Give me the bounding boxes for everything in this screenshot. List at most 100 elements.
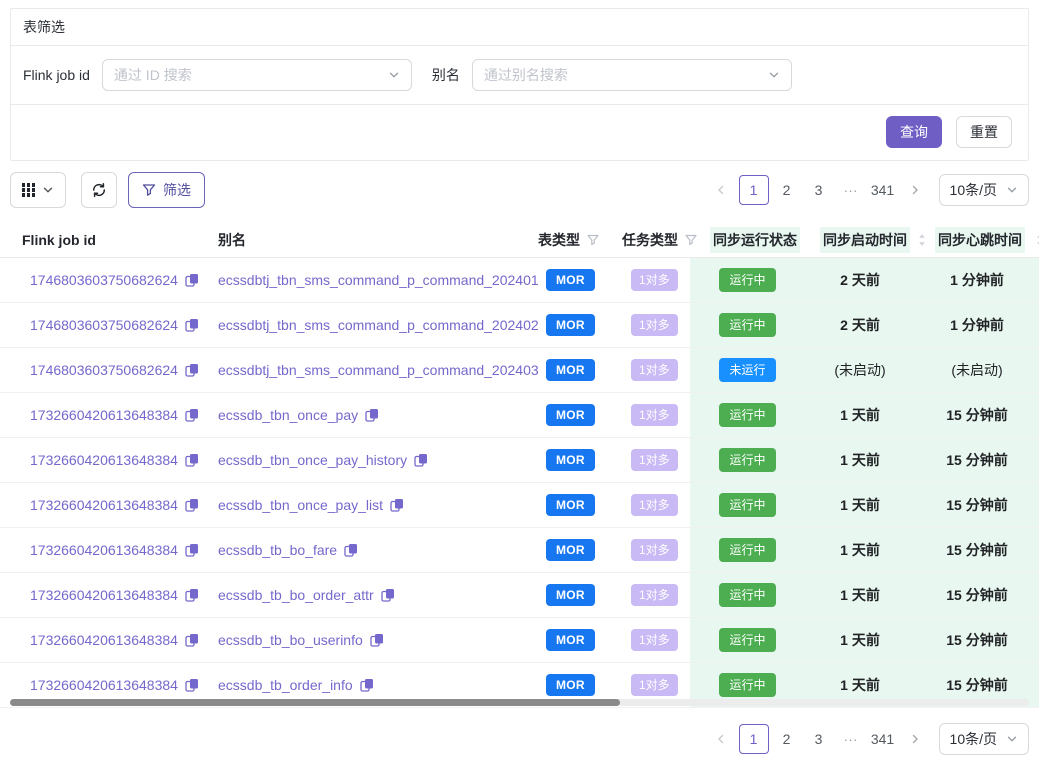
copy-icon[interactable] xyxy=(185,273,199,287)
flink-job-id-link[interactable]: 1732660420613648384 xyxy=(30,407,178,423)
cell-table-type: MOR xyxy=(520,438,605,482)
cell-start-time: 1 天前 xyxy=(805,573,915,617)
page-button[interactable]: 341 xyxy=(869,176,897,204)
header-cell-label: 表类型 xyxy=(538,230,580,250)
cell-task-type: 1对多 xyxy=(605,258,690,302)
page-button[interactable]: 3 xyxy=(805,176,833,204)
copy-icon[interactable] xyxy=(185,408,199,422)
sorter-icon[interactable] xyxy=(1035,233,1039,247)
filter-icon[interactable] xyxy=(587,234,599,246)
page-button[interactable]: 2 xyxy=(773,725,801,753)
refresh-button[interactable] xyxy=(81,172,117,208)
start-time-value: 1 天前 xyxy=(840,630,880,650)
table-row: 1732660420613648384 ecssdb_tbn_once_pay_h… xyxy=(0,438,1039,483)
flink-job-id-link[interactable]: 1732660420613648384 xyxy=(30,497,178,513)
cell-task-type: 1对多 xyxy=(605,303,690,347)
flink-job-id-link[interactable]: 1746803603750682624 xyxy=(30,317,178,333)
copy-icon[interactable] xyxy=(414,453,428,467)
alias-select[interactable]: 通过别名搜索 xyxy=(472,59,792,91)
page-button[interactable]: 341 xyxy=(869,725,897,753)
copy-icon[interactable] xyxy=(381,588,395,602)
table-row: 1732660420613648384ecssdb_tb_bo_fareMOR1… xyxy=(0,528,1039,573)
header-cell-label: Flink job id xyxy=(22,232,96,248)
flink-job-id-link[interactable]: 1732660420613648384 xyxy=(30,632,178,648)
copy-icon[interactable] xyxy=(185,498,199,512)
page-ellipsis: ··· xyxy=(837,725,865,753)
alias-link[interactable]: ecssdb_tb_bo_fare xyxy=(218,542,337,558)
chevron-down-icon xyxy=(1006,184,1018,196)
task-type-badge: 1对多 xyxy=(631,314,678,336)
query-button[interactable]: 查询 xyxy=(886,116,942,148)
alias-link[interactable]: ecssdb_tb_bo_order_attr xyxy=(218,587,374,603)
cell-task-type: 1对多 xyxy=(605,573,690,617)
cell-table-type: MOR xyxy=(520,483,605,527)
flink-job-id-link[interactable]: 1732660420613648384 xyxy=(30,452,178,468)
start-time-value: (未启动) xyxy=(834,360,885,380)
reset-button[interactable]: 重置 xyxy=(956,116,1012,148)
header-cell: 同步运行状态 xyxy=(690,222,805,257)
prev-page-button[interactable] xyxy=(707,176,735,204)
alias-link[interactable]: ecssdb_tbn_once_pay_list xyxy=(218,497,383,513)
copy-icon[interactable] xyxy=(185,363,199,377)
filter-toggle-label: 筛选 xyxy=(163,180,191,200)
alias-link[interactable]: ecssdb_tbn_once_pay xyxy=(218,407,358,423)
page-button[interactable]: 1 xyxy=(739,724,769,754)
cell-table-type: MOR xyxy=(520,258,605,302)
copy-icon[interactable] xyxy=(370,633,384,647)
copy-icon[interactable] xyxy=(185,318,199,332)
start-time-value: 2 天前 xyxy=(840,315,880,335)
cell-sync-status: 运行中 xyxy=(690,483,805,527)
header-cell: 任务类型 xyxy=(605,222,690,257)
scrollbar-thumb[interactable] xyxy=(10,699,620,706)
copy-icon[interactable] xyxy=(390,498,404,512)
cell-alias: ecssdb_tbn_once_pay xyxy=(200,393,520,437)
copy-icon[interactable] xyxy=(185,678,199,692)
page-size-select[interactable]: 10条/页 xyxy=(939,174,1029,206)
status-badge: 运行中 xyxy=(719,448,775,472)
filter-toggle-button[interactable]: 筛选 xyxy=(128,172,205,208)
flink-job-id-select[interactable]: 通过 ID 搜索 xyxy=(102,59,412,91)
flink-job-id-link[interactable]: 1732660420613648384 xyxy=(30,542,178,558)
flink-job-id-link[interactable]: 1746803603750682624 xyxy=(30,272,178,288)
copy-icon[interactable] xyxy=(185,543,199,557)
task-type-badge: 1对多 xyxy=(631,404,678,426)
alias-link[interactable]: ecssdb_tb_bo_userinfo xyxy=(218,632,363,648)
prev-page-button[interactable] xyxy=(707,725,735,753)
next-page-button[interactable] xyxy=(901,725,929,753)
cell-flink-job-id: 1732660420613648384 xyxy=(0,393,200,437)
status-badge: 运行中 xyxy=(719,628,775,652)
alias-link[interactable]: ecssdbtj_tbn_sms_command_p_command_20240… xyxy=(218,317,539,333)
start-time-value: 1 天前 xyxy=(840,585,880,605)
copy-icon[interactable] xyxy=(360,678,374,692)
grid-icon xyxy=(22,183,36,197)
table-body: 1746803603750682624 ecssdbtj_tbn_sms_comm… xyxy=(0,258,1039,708)
copy-icon[interactable] xyxy=(365,408,379,422)
flink-job-id-link[interactable]: 1732660420613648384 xyxy=(30,677,178,693)
cell-start-time: 1 天前 xyxy=(805,618,915,662)
copy-icon[interactable] xyxy=(344,543,358,557)
columns-button[interactable] xyxy=(10,172,66,208)
cell-heartbeat-time: 15 分钟前 xyxy=(915,528,1039,572)
flink-job-id-label: Flink job id xyxy=(23,67,90,83)
next-page-button[interactable] xyxy=(901,176,929,204)
page-button[interactable]: 1 xyxy=(739,175,769,205)
start-time-value: 1 天前 xyxy=(840,540,880,560)
page-button[interactable]: 3 xyxy=(805,725,833,753)
table-row: 1746803603750682624 ecssdbtj_tbn_sms_comm… xyxy=(0,303,1039,348)
alias-link[interactable]: ecssdbtj_tbn_sms_command_p_command_20240… xyxy=(218,272,539,288)
copy-icon[interactable] xyxy=(185,453,199,467)
cell-flink-job-id: 1746803603750682624 xyxy=(0,348,200,392)
flink-job-id-link[interactable]: 1746803603750682624 xyxy=(30,362,178,378)
alias-link[interactable]: ecssdbtj_tbn_sms_command_p_command_20240… xyxy=(218,362,539,378)
flink-job-id-link[interactable]: 1732660420613648384 xyxy=(30,587,178,603)
page-size-select[interactable]: 10条/页 xyxy=(939,723,1029,755)
filter-actions-row: 查询 重置 xyxy=(11,104,1028,160)
alias-link[interactable]: ecssdb_tb_order_info xyxy=(218,677,353,693)
copy-icon[interactable] xyxy=(185,588,199,602)
page-size-label: 10条/页 xyxy=(950,180,997,200)
horizontal-scrollbar[interactable] xyxy=(10,699,1029,706)
page-button[interactable]: 2 xyxy=(773,176,801,204)
copy-icon[interactable] xyxy=(185,633,199,647)
alias-link[interactable]: ecssdb_tbn_once_pay_history xyxy=(218,452,407,468)
refresh-icon xyxy=(91,182,107,198)
